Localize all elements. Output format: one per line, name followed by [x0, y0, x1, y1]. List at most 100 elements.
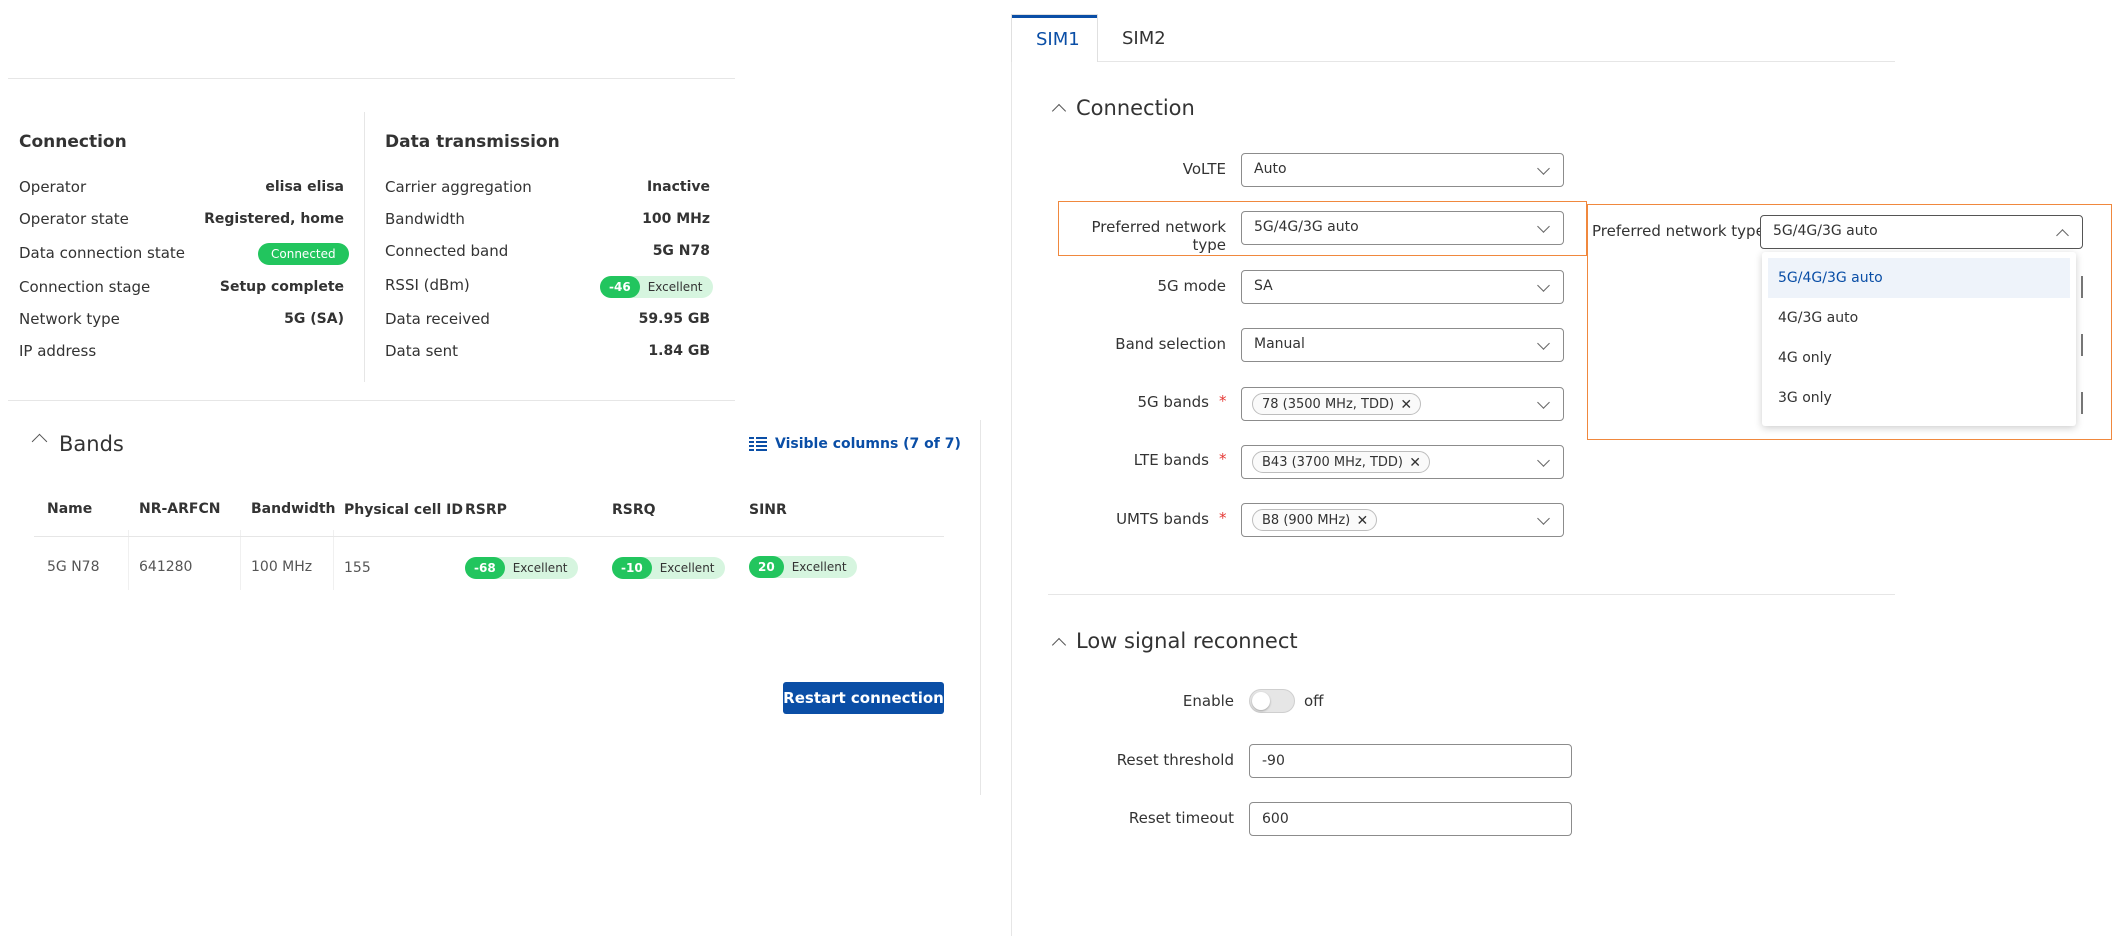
dropdown-option-3g-only[interactable]: 3G only [1762, 378, 2076, 418]
volte-select[interactable]: Auto [1241, 153, 1564, 187]
network-type-select-value: 5G/4G/3G auto [1254, 219, 1359, 235]
covered-field-edge [2081, 276, 2083, 298]
dropdown-option-4g-only[interactable]: 4G only [1762, 338, 2076, 378]
reset-threshold-input[interactable]: -90 [1249, 744, 1572, 778]
band-selection-select[interactable]: Manual [1241, 328, 1564, 362]
umts-band-tag-label: B8 (900 MHz) [1262, 513, 1351, 528]
enable-state-label: off [1304, 692, 1324, 710]
rsrp-value: -68 [465, 557, 505, 579]
visible-columns-button[interactable]: Visible columns (7 of 7) [749, 436, 961, 452]
column-header-physical-cell-id: Physical cell ID [344, 502, 463, 518]
cards-bottom-divider [8, 400, 735, 401]
data-received-label: Data received [385, 310, 490, 328]
chevron-down-icon [1537, 220, 1550, 233]
umts-band-tag: B8 (900 MHz) ✕ [1252, 509, 1378, 532]
chevron-down-icon [1537, 337, 1550, 350]
bands-collapse-chevron-icon[interactable] [31, 433, 48, 450]
data-connection-state-label: Data connection state [19, 244, 185, 262]
cell-rsrq: -10 Excellent [612, 557, 725, 579]
visible-columns-label: Visible columns (7 of 7) [775, 436, 961, 452]
rsrp-quality: Excellent [512, 561, 568, 575]
chevron-up-icon [2056, 229, 2069, 242]
card-divider [364, 112, 365, 382]
network-type-select[interactable]: 5G/4G/3G auto [1241, 211, 1564, 245]
rsrq-quality: Excellent [659, 561, 715, 575]
remove-tag-icon[interactable]: ✕ [1409, 452, 1421, 474]
reset-timeout-label: Reset timeout [1128, 809, 1234, 827]
rssi-quality: -46 Excellent [600, 276, 713, 298]
5g-mode-select-value: SA [1254, 278, 1273, 294]
status-badge: Connected [258, 243, 349, 265]
low-signal-collapse-chevron-icon[interactable] [1051, 637, 1067, 653]
chevron-down-icon [1537, 279, 1550, 292]
dropdown-option-5g-4g-3g-auto[interactable]: 5G/4G/3G auto [1768, 258, 2070, 298]
carrier-aggregation-label: Carrier aggregation [385, 178, 532, 196]
low-signal-section-title: Low signal reconnect [1076, 629, 1298, 653]
network-type-label: Preferred network type [1091, 218, 1226, 254]
data-card-title: Data transmission [385, 132, 560, 152]
toggle-knob [1252, 692, 1270, 710]
band-selection-select-value: Manual [1254, 336, 1305, 352]
sinr-value: 20 [749, 556, 784, 578]
column-separator [240, 530, 241, 590]
operator-state-label: Operator state [19, 210, 129, 228]
left-panel-right-border [980, 420, 981, 795]
5g-band-tag: 78 (3500 MHz, TDD) ✕ [1252, 393, 1422, 416]
tab-sim2[interactable]: SIM2 [1122, 28, 1166, 49]
5g-mode-select[interactable]: SA [1241, 270, 1564, 304]
5g-bands-select[interactable]: 78 (3500 MHz, TDD) ✕ [1241, 387, 1564, 421]
cell-name: 5G N78 [47, 559, 100, 575]
cell-physical-cell-id: 155 [344, 560, 371, 576]
covered-field-edge [2081, 334, 2083, 356]
network-type-label: Network type [19, 310, 120, 328]
remove-tag-icon[interactable]: ✕ [1400, 394, 1412, 416]
5g-band-tag-label: 78 (3500 MHz, TDD) [1262, 397, 1395, 412]
column-separator [333, 530, 334, 590]
network-type-value: 5G (SA) [284, 311, 344, 327]
lte-bands-label: LTE bands [1133, 451, 1209, 469]
cell-sinr: 20 Excellent [749, 556, 857, 578]
tabs-divider [1098, 61, 1895, 62]
lte-band-tag: B43 (3700 MHz, TDD) ✕ [1252, 451, 1430, 473]
operator-state-value: Registered, home [204, 211, 344, 227]
connection-card-title: Connection [19, 132, 127, 152]
network-type-dropdown-menu: 5G/4G/3G auto 4G/3G auto 4G only 3G only [1762, 252, 2076, 426]
column-header-bandwidth: Bandwidth [251, 501, 336, 517]
umts-bands-label: UMTS bands [1116, 510, 1209, 528]
band-selection-label: Band selection [1115, 335, 1226, 353]
tab-sim1[interactable]: SIM1 [1011, 14, 1098, 62]
lte-band-tag-label: B43 (3700 MHz, TDD) [1262, 455, 1403, 470]
cell-nr-arfcn: 641280 [139, 559, 193, 575]
umts-bands-select[interactable]: B8 (900 MHz) ✕ [1241, 503, 1564, 537]
enable-toggle[interactable] [1249, 689, 1295, 713]
bandwidth-value: 100 MHz [642, 211, 710, 227]
column-header-name: Name [47, 501, 93, 517]
tab-sim1-label: SIM1 [1036, 29, 1080, 50]
required-marker: * [1219, 509, 1227, 527]
carrier-aggregation-value: Inactive [646, 179, 710, 195]
connection-collapse-chevron-icon[interactable] [1051, 103, 1067, 119]
connected-band-label: Connected band [385, 242, 509, 260]
columns-icon [749, 437, 767, 451]
remove-tag-icon[interactable]: ✕ [1357, 510, 1369, 532]
volte-label: VoLTE [1182, 160, 1226, 178]
dropdown-option-4g-3g-auto[interactable]: 4G/3G auto [1762, 298, 2076, 338]
reset-threshold-label: Reset threshold [1116, 751, 1234, 769]
connected-band-value: 5G N78 [652, 243, 710, 259]
ip-address-label: IP address [19, 342, 97, 360]
operator-label: Operator [19, 178, 87, 196]
right-panel-left-border [1011, 14, 1012, 936]
column-separator [128, 530, 129, 590]
column-header-rsrq: RSRQ [612, 502, 656, 518]
restart-connection-button[interactable]: Restart connection [783, 682, 944, 714]
data-sent-value: 1.84 GB [648, 343, 710, 359]
5g-mode-label: 5G mode [1157, 277, 1226, 295]
reset-timeout-input[interactable]: 600 [1249, 802, 1572, 836]
lte-bands-select[interactable]: B43 (3700 MHz, TDD) ✕ [1241, 445, 1564, 479]
bands-section-title: Bands [59, 432, 124, 456]
zoom-network-type-select[interactable]: 5G/4G/3G auto [1760, 215, 2083, 249]
connection-section-title: Connection [1076, 96, 1195, 120]
operator-value: elisa elisa [265, 179, 344, 195]
cell-bandwidth: 100 MHz [251, 559, 313, 575]
active-tab-indicator [1012, 15, 1097, 18]
